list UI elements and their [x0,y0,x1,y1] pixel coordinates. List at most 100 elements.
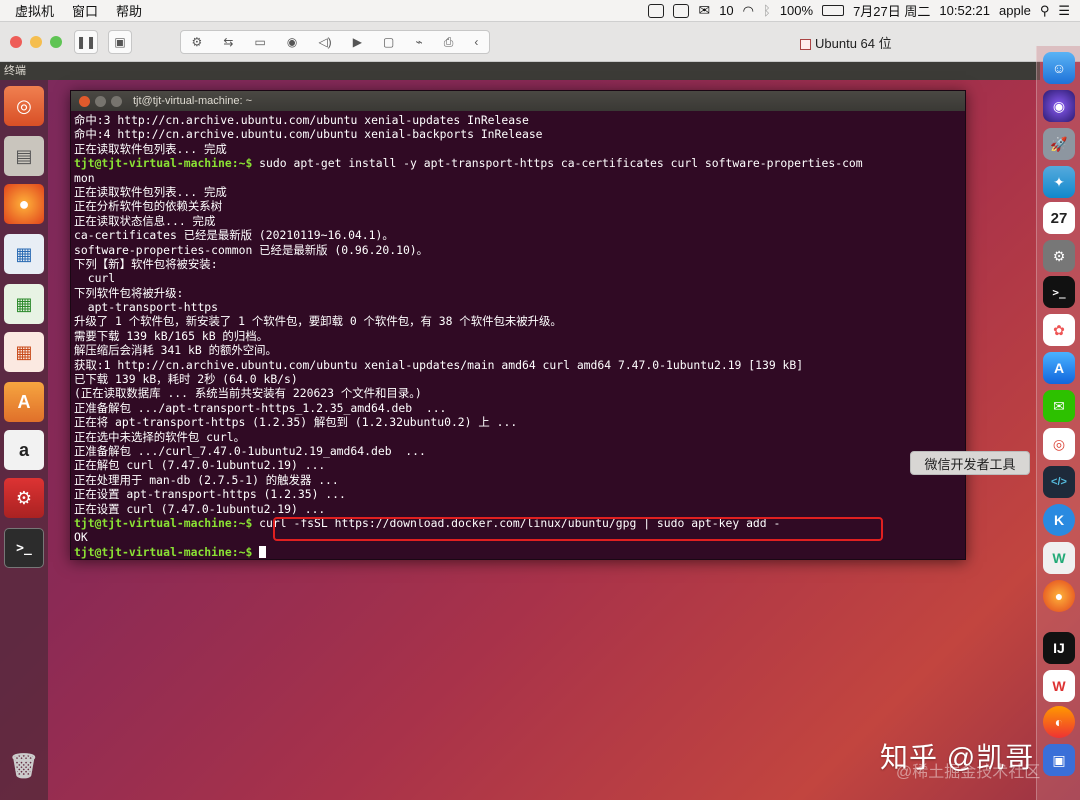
calendar-icon[interactable]: 27 [1043,202,1075,234]
colorful-app-icon[interactable]: ◐ [1043,706,1075,738]
minimize-window-button[interactable] [30,36,42,48]
ubuntu-dash-icon[interactable]: ◎ [4,86,44,126]
screen-icon[interactable] [648,3,665,18]
safari-icon[interactable]: ✦ [1043,166,1075,198]
username[interactable]: apple [999,3,1031,18]
wps-dock-icon[interactable]: W [1043,670,1075,702]
terminal-line-text: 正在设置 curl (7.47.0-1ubuntu2.19) ... [74,501,326,516]
bluetooth-icon[interactable]: ᛒ [763,3,771,18]
terminal-prompt: tjt@tjt-virtual-machine:~$ [74,156,253,171]
terminal-close-icon[interactable] [79,95,90,107]
camera-icon[interactable]: ◉ [287,35,297,49]
trash-icon[interactable]: 🗑 [4,746,44,786]
wechat-devtools-icon[interactable]: </> [1043,466,1075,498]
device-toolbar: ⚙ ⇆ ▭ ◉ ◁) ▶ ▢ ⌁ ⎙ ‹ [180,30,490,54]
app-store-icon[interactable]: A [1043,352,1075,384]
zoom-window-button[interactable] [50,36,62,48]
menu-window[interactable]: 窗口 [63,1,107,20]
chrome-icon[interactable]: ◎ [1043,428,1075,460]
terminal-line: 正在解包 curl (7.47.0-1ubuntu2.19) ... [74,458,962,472]
terminal-line-text: 获取:1 http://cn.archive.ubuntu.com/ubuntu… [74,357,804,372]
terminal-line-text: apt-transport-https [74,300,219,315]
photos-icon[interactable]: ✿ [1043,314,1075,346]
terminal-line: 正在将 apt-transport-https (1.2.35) 解包到 (1.… [74,415,962,429]
terminal-line: ca-certificates 已经是最新版 (20210119~16.04.1… [74,228,962,242]
video-icon[interactable]: ▶ [353,35,362,49]
terminal-line: 下列软件包将被升级: [74,286,962,300]
disk-icon[interactable]: ▭ [254,35,265,49]
time[interactable]: 10:52:21 [939,3,990,18]
terminal-output[interactable]: 命中:3 http://cn.archive.ubuntu.com/ubuntu… [71,111,965,561]
terminal-line-text: (正在读取数据库 ... 系统当前共安装有 220623 个文件和目录。) [74,386,422,401]
terminal-line-text: 解压缩后会消耗 341 kB 的额外空间。 [74,343,277,358]
amazon-icon[interactable]: a [4,430,44,470]
menu-help[interactable]: 帮助 [107,1,151,20]
siri-icon[interactable]: ◉ [1043,90,1075,122]
camera-video-icon[interactable]: ▢ [383,35,394,49]
system-preferences-icon[interactable]: ⚙ [1043,240,1075,272]
terminal-line: 正在处理用于 man-db (2.7.5-1) 的触发器 ... [74,473,962,487]
terminal-line-text: 命中:3 http://cn.archive.ubuntu.com/ubuntu… [74,113,529,127]
watermark-sub: @稀土掘金技术社区 [896,764,1041,781]
terminal-maximize-icon[interactable] [111,95,122,107]
firefox-icon[interactable]: ● [4,184,44,224]
menu-vm[interactable]: 虚拟机 [6,1,63,20]
terminal-line: tjt@tjt-virtual-machine:~$ [74,545,962,559]
sound-icon[interactable]: ◁) [318,35,331,49]
terminal-dock-icon[interactable]: >_ [1043,276,1075,308]
wifi-icon[interactable]: ◠ [743,3,754,19]
intellij-icon[interactable]: IJ [1043,632,1075,664]
terminal-window: tjt@tjt-virtual-machine: ~ 命中:3 http://c… [70,90,966,560]
writer-icon[interactable]: ▦ [4,234,44,274]
vm-toolbar: ❚❚ ▣ ⚙ ⇆ ▭ ◉ ◁) ▶ ▢ ⌁ ⎙ ‹ Ubuntu 64 位 [0,22,1080,62]
pause-icon[interactable]: ❚❚ [74,30,98,54]
launchpad-icon[interactable]: 🚀 [1043,128,1075,160]
terminal-line: 需要下载 139 kB/165 kB 的归档。 [74,329,962,343]
battery-percent: 100% [779,3,814,18]
terminal-launcher-icon[interactable]: >_ [4,528,44,568]
k-app-icon[interactable]: K [1043,504,1075,536]
terminal-line: 正在设置 curl (7.47.0-1ubuntu2.19) ... [74,502,962,516]
chevron-left-icon[interactable]: ‹ [474,35,478,49]
battery-icon[interactable] [822,5,845,16]
date[interactable]: 7月27日 周二 [853,1,930,20]
calc-icon[interactable]: ▦ [4,284,44,324]
spotlight-icon[interactable]: ⚲ [1040,3,1050,19]
terminal-line-text: 正在读取状态信息... 完成 [74,213,216,228]
terminal-line: apt-transport-https [74,300,962,314]
wechat-dock-icon[interactable]: ✉ [1043,390,1075,422]
terminal-line-text: curl [74,271,116,286]
highlight-box [273,517,883,541]
impress-icon[interactable]: ▦ [4,332,44,372]
terminal-line: software-properties-common 已经是最新版 (0.96.… [74,243,962,257]
terminal-prompt: tjt@tjt-virtual-machine:~$ [74,544,253,559]
ubuntu-topbar: 终端 [0,62,1040,80]
wps-icon[interactable] [673,3,690,18]
settings-icon[interactable]: ⚙ [4,478,44,518]
terminal-line: curl [74,271,962,285]
terminal-line-text: 已下载 139 kB，耗时 2秒 (64.0 kB/s) [74,372,298,387]
terminal-minimize-icon[interactable] [95,95,106,107]
snapshot-icon[interactable]: ▣ [108,30,132,54]
close-window-button[interactable] [10,36,22,48]
terminal-line-text: ca-certificates 已经是最新版 (20210119~16.04.1… [74,228,394,243]
terminal-line-text: OK [74,530,88,545]
terminal-line-text: 正在选中未选择的软件包 curl。 [74,429,245,444]
mac-menubar: 虚拟机 窗口 帮助 ✉ 10 ◠ ᛒ 100% 7月27日 周二 10:52:2… [0,0,1080,22]
usb-icon[interactable]: ⌁ [415,35,422,49]
webstorm-icon[interactable]: W [1043,542,1075,574]
network-arrows-icon[interactable]: ⇆ [223,35,233,49]
terminal-line: mon [74,171,962,185]
wechat-icon[interactable]: ✉ [698,2,710,19]
virtualbox-icon[interactable]: ▣ [1043,744,1075,776]
software-center-icon[interactable]: A [4,382,44,422]
firefox-dock-icon[interactable]: ● [1043,580,1075,612]
control-center-icon[interactable]: ☰ [1058,3,1070,19]
finder-icon[interactable]: ☺ [1043,52,1075,84]
printer-icon[interactable]: ⎙ [444,35,454,50]
terminal-line-text: 下列【新】软件包将被安装: [74,256,218,271]
desktop: 虚拟机 窗口 帮助 ✉ 10 ◠ ᛒ 100% 7月27日 周二 10:52:2… [0,0,1080,800]
terminal-line-text: 正准备解包 .../curl_7.47.0-1ubuntu2.19_amd64.… [74,443,426,458]
files-icon[interactable]: ▤ [4,136,44,176]
settings-wrench-icon[interactable]: ⚙ [192,35,203,49]
